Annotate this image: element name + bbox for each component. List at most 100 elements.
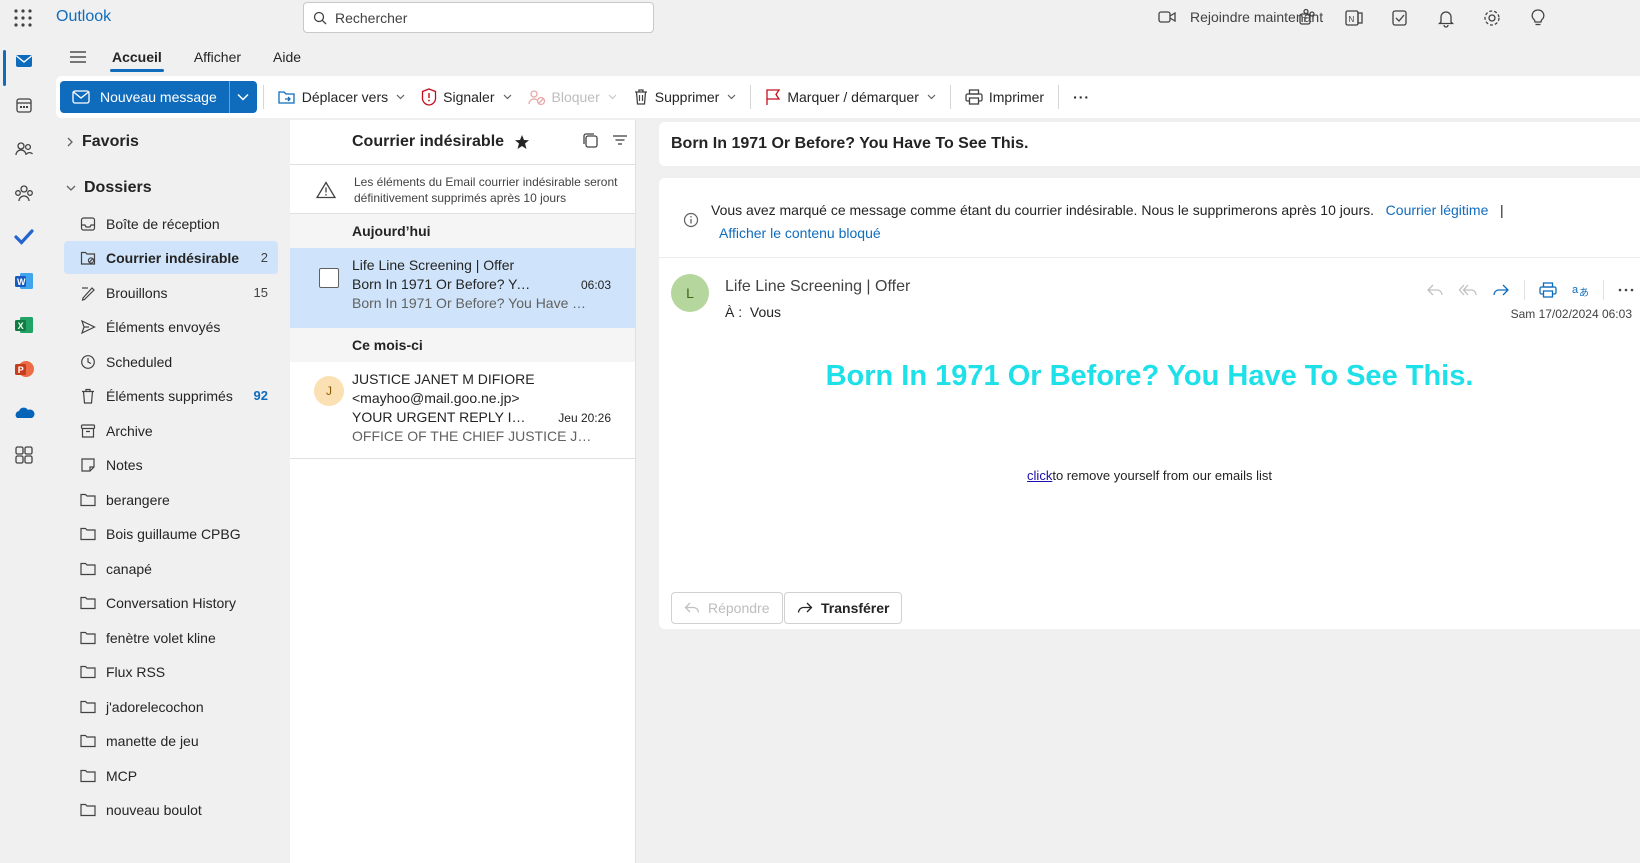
folder-fenetre-volet[interactable]: fenètre volet kline — [64, 621, 278, 654]
tab-home[interactable]: Accueil — [96, 40, 178, 74]
search-box[interactable] — [303, 2, 654, 33]
new-message-button[interactable]: Nouveau message — [60, 81, 229, 113]
folder-label: Conversation History — [106, 594, 236, 611]
unsubscribe-link[interactable]: click — [1027, 468, 1052, 483]
calendar-icon[interactable] — [13, 94, 35, 116]
separator — [1603, 280, 1604, 300]
reply-icon[interactable] — [1426, 283, 1444, 297]
folder-nouveau-boulot[interactable]: nouveau boulot — [64, 793, 278, 826]
print-button[interactable]: Imprimer — [957, 81, 1052, 113]
folders-header[interactable]: Dossiers — [66, 176, 152, 200]
hamburger-menu-icon[interactable] — [60, 50, 96, 64]
recipient-line: À : Vous — [725, 304, 781, 320]
active-indicator — [3, 50, 6, 86]
more-apps-icon[interactable] — [13, 444, 35, 466]
block-user-icon — [527, 89, 546, 105]
teams-icon[interactable]: T — [1297, 8, 1317, 28]
top-bar: Outlook Rejoindre maintenant T N — [0, 0, 1640, 36]
folder-icon — [78, 700, 98, 714]
printer-icon — [965, 89, 983, 105]
search-input[interactable] — [335, 7, 645, 29]
forward-button[interactable]: Transférer — [784, 592, 903, 624]
excel-icon[interactable]: X — [13, 314, 35, 336]
folder-icon — [78, 493, 98, 507]
folder-notes[interactable]: Notes — [64, 448, 278, 481]
select-mode-icon[interactable] — [582, 132, 600, 150]
folder-conversation-history[interactable]: Conversation History — [64, 586, 278, 619]
filter-icon[interactable] — [612, 132, 628, 148]
powerpoint-icon[interactable]: P — [13, 358, 35, 380]
forward-icon[interactable] — [1492, 283, 1510, 297]
folder-mcp[interactable]: MCP — [64, 759, 278, 792]
favorites-header[interactable]: Favoris — [66, 130, 139, 154]
printer-icon[interactable] — [1539, 282, 1557, 298]
list-item[interactable]: J JUSTICE JANET M DIFIORE <mayhoo@mail.g… — [290, 362, 635, 458]
recipient-name[interactable]: Vous — [750, 304, 781, 320]
sender-name[interactable]: Life Line Screening | Offer — [725, 278, 910, 296]
lightbulb-icon[interactable] — [1528, 8, 1548, 28]
delete-button[interactable]: Supprimer — [625, 81, 745, 113]
folder-sent[interactable]: Éléments envoyés — [64, 310, 278, 343]
folder-junk[interactable]: Courrier indésirable 2 — [64, 241, 278, 274]
bell-icon[interactable] — [1436, 8, 1456, 28]
favorites-label: Favoris — [82, 133, 139, 150]
sender-avatar[interactable]: L — [671, 274, 709, 312]
folder-deleted[interactable]: Éléments supprimés 92 — [64, 379, 278, 412]
reply-button[interactable]: Répondre — [671, 592, 783, 624]
folder-title: Courrier indésirable — [352, 133, 505, 150]
app-launcher-icon[interactable] — [13, 8, 33, 28]
chevron-down-icon — [66, 184, 76, 192]
message-time: 06:03 — [580, 278, 611, 292]
report-button[interactable]: Signaler — [413, 81, 519, 113]
folder-flux-rss[interactable]: Flux RSS — [64, 655, 278, 688]
message-preview: Born In 1971 Or Before? You Have To ... — [352, 295, 592, 311]
reading-pane-subject: Born In 1971 Or Before? You Have To See … — [659, 122, 1640, 166]
folder-manette-de-jeu[interactable]: manette de jeu — [64, 724, 278, 757]
block-button[interactable]: Bloquer — [520, 81, 625, 113]
folder-archive[interactable]: Archive — [64, 414, 278, 447]
more-options-button[interactable]: ··· — [1065, 81, 1098, 113]
folder-label: canapé — [106, 560, 152, 577]
unsubscribe-text: to remove yourself from our emails list — [1052, 468, 1272, 483]
new-message-dropdown[interactable] — [228, 81, 257, 113]
flag-label: Marquer / démarquer — [787, 89, 919, 105]
folder-berangere[interactable]: berangere — [64, 483, 278, 516]
ribbon-tabs: Accueil Afficher Aide — [60, 40, 317, 74]
message-subject: Born In 1971 Or Before? You ... — [352, 276, 532, 292]
folder-scheduled[interactable]: Scheduled — [64, 345, 278, 378]
onedrive-icon[interactable] — [13, 402, 35, 424]
show-blocked-content-link[interactable]: Afficher le contenu bloqué — [719, 225, 881, 241]
not-junk-link[interactable]: Courrier légitime — [1386, 202, 1489, 218]
star-icon[interactable] — [514, 134, 530, 150]
list-item[interactable]: Life Line Screening | Offer Born In 1971… — [290, 248, 635, 328]
item-count: 15 — [253, 285, 268, 300]
shield-warning-icon — [421, 88, 437, 106]
tab-help[interactable]: Aide — [257, 40, 317, 74]
todo-icon[interactable] — [1390, 8, 1410, 28]
flag-button[interactable]: Marquer / démarquer — [757, 81, 944, 113]
folder-bois-guillaume[interactable]: Bois guillaume CPBG — [64, 517, 278, 550]
reply-all-icon[interactable] — [1458, 283, 1478, 297]
move-to-button[interactable]: Déplacer vers — [270, 81, 413, 113]
app-title[interactable]: Outlook — [56, 8, 111, 26]
mail-icon[interactable] — [13, 50, 35, 72]
more-icon[interactable] — [1618, 288, 1634, 292]
gear-icon[interactable] — [1482, 8, 1502, 28]
folder-canape[interactable]: canapé — [64, 552, 278, 585]
forward-icon — [797, 602, 813, 614]
folder-drafts[interactable]: Brouillons 15 — [64, 276, 278, 309]
tab-view[interactable]: Afficher — [178, 40, 257, 74]
translate-icon[interactable]: aあ — [1571, 282, 1589, 298]
group-header-today[interactable]: Aujourd’hui — [290, 214, 635, 248]
onenote-icon[interactable]: N — [1344, 8, 1364, 28]
select-checkbox[interactable] — [319, 268, 339, 288]
message-sender: JUSTICE JANET M DIFIORE — [352, 371, 535, 387]
word-icon[interactable]: W — [13, 270, 35, 292]
groups-icon[interactable] — [13, 182, 35, 204]
folder-inbox[interactable]: Boîte de réception — [64, 207, 278, 240]
folder-jadorelecochon[interactable]: j'adorelecochon — [64, 690, 278, 723]
people-icon[interactable] — [13, 138, 35, 160]
folder-label: Scheduled — [106, 353, 173, 370]
todo-app-icon[interactable] — [13, 226, 35, 248]
group-header-this-month[interactable]: Ce mois-ci — [290, 328, 635, 362]
